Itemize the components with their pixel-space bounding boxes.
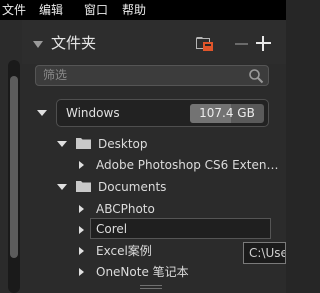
folder-icon: [76, 138, 91, 149]
tree-item-abcphoto[interactable]: ABCPhoto: [96, 202, 155, 217]
tree-item-photoshop[interactable]: Adobe Photoshop CS6 Exten…: [96, 158, 278, 173]
filter-placeholder: 筛选: [43, 68, 68, 82]
plus-icon[interactable]: [256, 36, 271, 51]
drive-item-windows[interactable]: Windows 107.4 GB: [56, 99, 269, 127]
expand-arrow-icon[interactable]: [79, 247, 84, 255]
menu-window[interactable]: 窗口: [84, 0, 108, 20]
expand-arrow-icon[interactable]: [79, 161, 84, 169]
tree-item-desktop[interactable]: Desktop: [98, 137, 148, 152]
panel-title: 文件夹: [51, 34, 97, 52]
expand-arrow-icon[interactable]: [79, 226, 84, 234]
folder-icon: [76, 181, 91, 192]
expand-triangle-icon[interactable]: [57, 184, 67, 190]
expand-triangle-icon[interactable]: [57, 141, 67, 147]
drive-usage-bar: 107.4 GB: [190, 104, 264, 123]
new-folder-icon[interactable]: [196, 36, 213, 51]
minus-icon[interactable]: [235, 43, 248, 45]
expand-triangle-icon[interactable]: [37, 110, 47, 116]
filter-input[interactable]: 筛选: [35, 65, 269, 86]
tooltip-text: C:\Use: [249, 246, 286, 260]
scrollbar-thumb[interactable]: [10, 76, 18, 258]
drive-label: Windows: [66, 106, 120, 120]
collapse-triangle-icon[interactable]: [33, 41, 43, 48]
drive-size: 107.4 GB: [199, 106, 255, 120]
tree-item-corel[interactable]: Corel: [96, 222, 127, 237]
menu-file[interactable]: 文件: [2, 0, 26, 20]
folders-panel: 文件夹 筛选 Windows 107.4 GB Desktop Adobe Ph…: [0, 20, 286, 293]
resize-grip-icon[interactable]: [140, 285, 162, 290]
menu-help[interactable]: 帮助: [122, 0, 146, 20]
menu-edit[interactable]: 编辑: [39, 0, 63, 20]
expand-arrow-icon[interactable]: [79, 205, 84, 213]
search-icon[interactable]: [248, 68, 264, 84]
expand-arrow-icon[interactable]: [79, 268, 84, 276]
tree-item-excel[interactable]: Excel案例: [96, 244, 152, 259]
menu-bar: 文件 编辑 窗口 帮助: [0, 0, 286, 20]
tree-item-documents[interactable]: Documents: [98, 180, 166, 195]
path-tooltip: C:\Use: [243, 242, 286, 264]
tree-item-onenote[interactable]: OneNote 笔记本: [96, 265, 189, 280]
